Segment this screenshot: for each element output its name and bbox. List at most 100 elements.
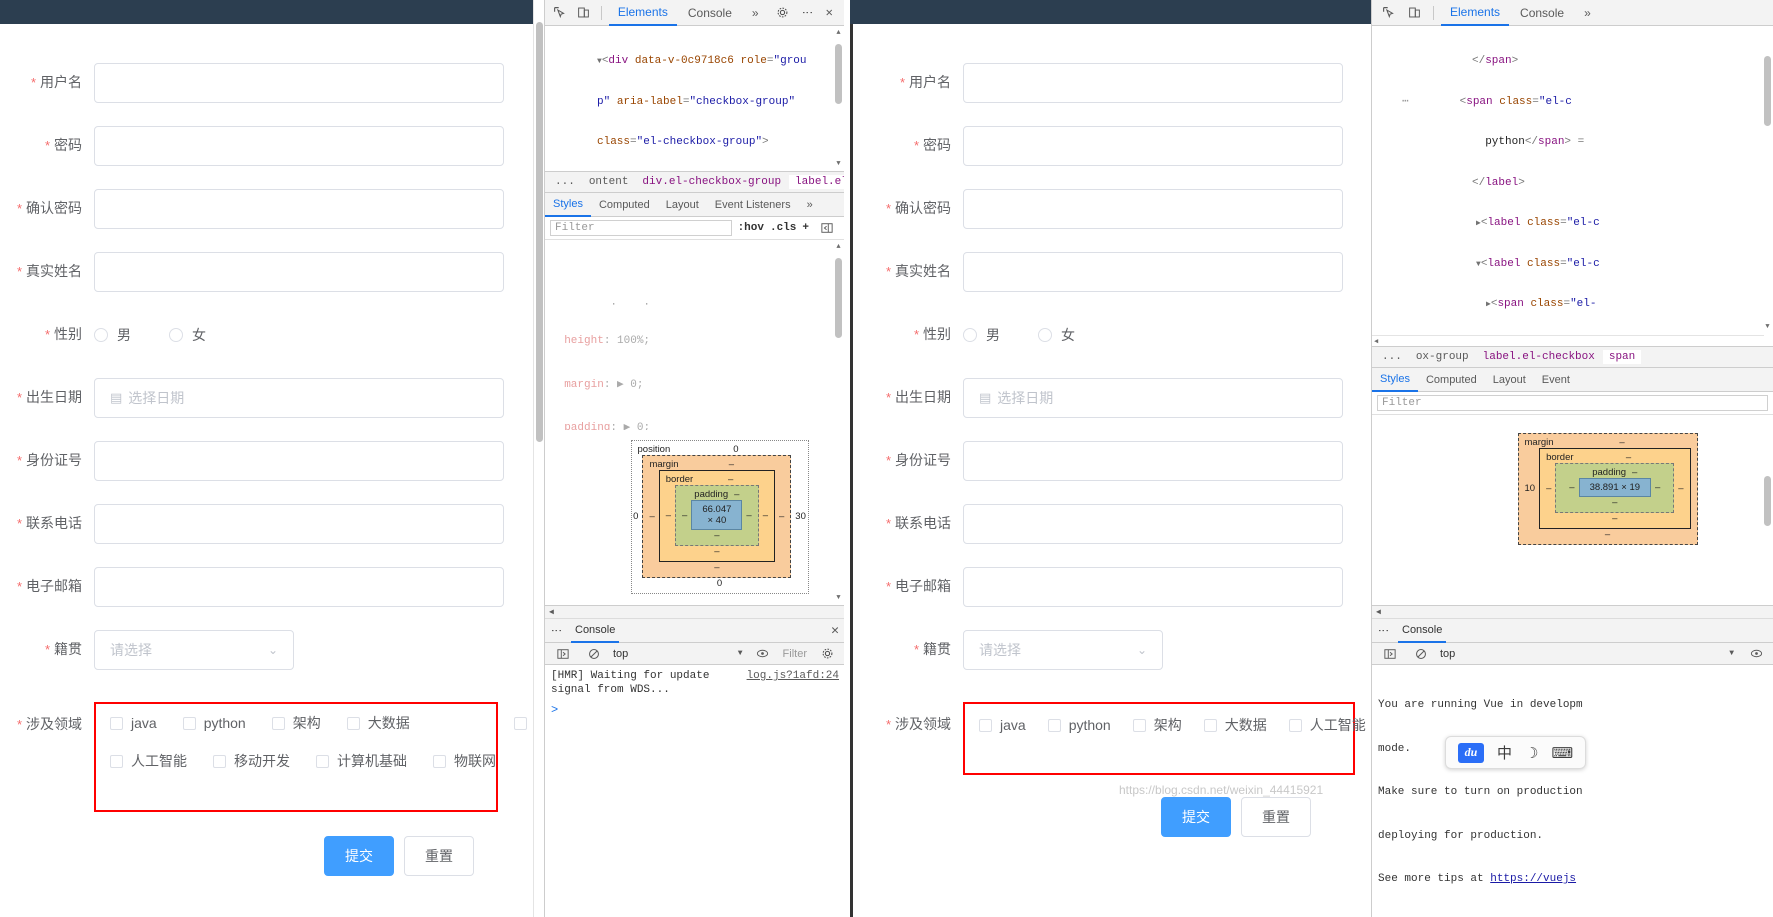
scrollbar-thumb[interactable] (536, 22, 543, 442)
scroll-up-arrow[interactable]: ▲ (834, 28, 843, 38)
tab-console[interactable]: Console (1511, 0, 1573, 26)
tab-more[interactable]: » (1575, 0, 1600, 26)
scroll-down-arrow[interactable]: ▼ (834, 593, 843, 603)
clear-console-icon[interactable] (582, 644, 606, 664)
box-model-content[interactable]: 38.891 × 19 (1578, 478, 1652, 497)
checkbox-bigdata[interactable]: 大数据 (346, 713, 410, 733)
scrollbar-thumb[interactable] (1764, 476, 1771, 526)
chevron-down-icon[interactable]: ▼ (738, 649, 743, 658)
tab-elements[interactable]: Elements (1441, 0, 1510, 26)
dom-breadcrumb[interactable]: ... ox-group label.el-checkbox span (1372, 346, 1773, 368)
checkbox-architecture[interactable]: 架构 (271, 713, 321, 733)
eye-icon[interactable] (751, 644, 775, 664)
radio-gender-female[interactable]: 女 (1038, 325, 1075, 345)
input-confirm-password[interactable] (963, 188, 1343, 229)
select-hometown[interactable]: 请选择 ⌄ (963, 629, 1163, 670)
subtab-computed[interactable]: Computed (1418, 368, 1485, 392)
breadcrumb-item[interactable]: div.el-checkbox-group (636, 175, 787, 189)
scroll-left-arrow[interactable]: ◀ (1374, 337, 1378, 346)
input-confirm-password[interactable] (94, 188, 504, 229)
inspect-element-icon[interactable] (549, 3, 570, 23)
drawer-collapse-arrow-icon[interactable]: ◀ (1376, 607, 1381, 617)
dom-tree-scrollbar[interactable]: ▼ (1762, 26, 1773, 346)
subtab-styles[interactable]: Styles (545, 193, 591, 217)
input-username[interactable] (963, 62, 1343, 103)
cls-toggle[interactable]: .cls (770, 222, 796, 234)
radio-gender-male[interactable]: 男 (94, 325, 131, 345)
checkbox-python[interactable]: python (1047, 717, 1111, 733)
checkbox-iot[interactable]: 物联网 (433, 751, 496, 771)
scrollbar-thumb[interactable] (1764, 56, 1771, 126)
dom-tree-scrollbar[interactable]: ▲ ▼ (833, 26, 844, 171)
dom-tree[interactable]: </span> ⋯ <span class="el-c python</span>… (1372, 26, 1773, 346)
subtab-event-listeners[interactable]: Event Listeners (707, 193, 799, 217)
reset-button[interactable]: 重置 (404, 836, 474, 876)
checkbox-java[interactable]: java (979, 717, 1026, 733)
console-sidebar-icon[interactable] (551, 644, 575, 664)
scroll-down-arrow[interactable]: ▼ (1763, 322, 1772, 332)
checkbox-ai[interactable]: 人工智能 (1288, 715, 1366, 735)
subtab-styles[interactable]: Styles (1372, 368, 1418, 392)
breadcrumb-item-current[interactable]: span (1602, 350, 1642, 364)
checkbox-mobile-dev[interactable]: 移动开发 (213, 751, 290, 771)
console-filter-input[interactable]: Filter (783, 648, 807, 660)
console-context-selector[interactable]: top (1440, 648, 1455, 660)
styles-pane-scrollbar[interactable]: ▲ ▼ (833, 240, 844, 605)
subtab-layout[interactable]: Layout (658, 193, 707, 217)
eye-icon[interactable] (1744, 644, 1768, 664)
select-hometown[interactable]: 请选择 ⌄ (94, 629, 294, 670)
radio-gender-female[interactable]: 女 (169, 325, 206, 345)
breadcrumb-overflow[interactable]: ... (1376, 350, 1408, 364)
dom-tree-container[interactable]: ▼<div data-v-0c9718c6 role="grou p" aria… (545, 26, 844, 171)
input-realname[interactable] (963, 251, 1343, 292)
left-page-scrollbar[interactable] (533, 0, 544, 917)
submit-button[interactable]: 提交 (324, 836, 394, 876)
dom-line[interactable]: ▶<label class="el-c (1468, 217, 1773, 231)
reset-button[interactable]: 重置 (1241, 797, 1311, 837)
device-toolbar-icon[interactable] (572, 3, 593, 23)
input-password[interactable] (963, 125, 1343, 166)
dom-tree-hscrollbar[interactable]: ◀ (1372, 335, 1764, 346)
scrollbar-thumb[interactable] (835, 258, 842, 338)
dom-tree[interactable]: ▼<div data-v-0c9718c6 role="grou p" aria… (545, 26, 844, 171)
new-style-rule-button[interactable]: + (802, 222, 809, 234)
clear-console-icon[interactable] (1409, 644, 1433, 664)
drawer-resize-handle[interactable]: ◀ (545, 606, 844, 619)
dom-line[interactable]: p" aria-label="checkbox-group" (593, 96, 844, 110)
submit-button[interactable]: 提交 (1161, 797, 1231, 837)
dom-line[interactable]: </label> (1468, 177, 1773, 191)
device-toolbar-icon[interactable] (1402, 3, 1426, 23)
computed-sidebar-toggle-icon[interactable] (815, 218, 839, 238)
styles-pane-scrollbar[interactable] (1762, 470, 1773, 605)
kebab-menu-icon[interactable]: ⋮ (549, 625, 561, 636)
input-idcard[interactable] (94, 440, 504, 481)
breadcrumb-item[interactable]: ontent (583, 175, 635, 189)
radio-gender-male[interactable]: 男 (963, 325, 1000, 345)
dom-tree-container[interactable]: </span> ⋯ <span class="el-c python</span>… (1372, 26, 1773, 346)
input-password[interactable] (94, 125, 504, 166)
chevron-down-icon[interactable]: ▼ (1729, 649, 1734, 658)
vuejs-docs-link[interactable]: https://vuejs (1490, 873, 1576, 885)
input-username[interactable] (94, 62, 504, 103)
subtab-event-listeners[interactable]: Event (1534, 368, 1578, 392)
dom-breadcrumb[interactable]: ... ontent div.el-checkbox-group label.e… (545, 171, 844, 193)
inspect-element-icon[interactable] (1376, 3, 1400, 23)
scrollbar-thumb[interactable] (835, 44, 842, 104)
close-icon[interactable]: ✕ (819, 3, 840, 23)
subtab-layout[interactable]: Layout (1485, 368, 1534, 392)
dom-line[interactable]: python</span> = (1468, 136, 1773, 150)
dom-line[interactable]: ▶<span class="el- (1468, 298, 1773, 312)
console-sidebar-icon[interactable] (1378, 644, 1402, 664)
kebab-menu-icon[interactable]: ⋮ (795, 3, 816, 23)
css-rule-partial[interactable]: ...-...: ...; height: 100%; margin: ▶ 0;… (545, 271, 844, 430)
keyboard-icon[interactable]: ⌨ (1551, 744, 1573, 762)
moon-icon[interactable]: ☽ (1525, 744, 1538, 762)
checkbox-bigdata[interactable]: 大数据 (1203, 715, 1267, 735)
tab-console-drawer[interactable]: Console (1398, 619, 1447, 643)
input-birthdate[interactable]: ▤ 选择日期 (963, 377, 1343, 418)
tab-more[interactable]: » (743, 0, 768, 26)
drawer-collapse-arrow-icon[interactable]: ◀ (549, 607, 554, 617)
checkbox-architecture[interactable]: 架构 (1132, 715, 1182, 735)
input-email[interactable] (963, 566, 1343, 607)
dom-line[interactable]: </span> (1468, 55, 1773, 69)
